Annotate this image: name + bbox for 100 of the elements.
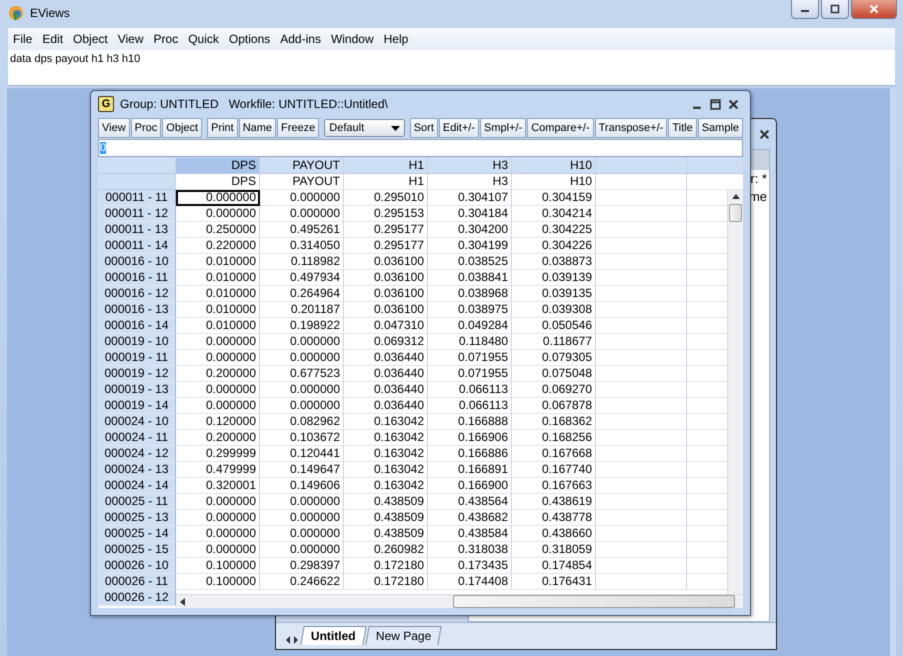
toolbar-button[interactable]: View (98, 118, 130, 138)
table-cell: 0.000000 (260, 206, 344, 222)
row-label[interactable]: 000025 - 15 (98, 542, 176, 558)
table-cell: 0.163042 (344, 478, 428, 494)
toolbar-button[interactable]: Proc (130, 118, 162, 138)
vertical-scrollbar[interactable] (727, 190, 743, 595)
toolbar-button[interactable]: Smpl+/- (480, 118, 526, 138)
menu-item[interactable]: Help (378, 32, 414, 46)
menu-item[interactable]: Quick (183, 32, 224, 46)
table-cell: 0.200000 (176, 366, 260, 382)
row-label[interactable]: 000019 - 14 (98, 398, 176, 414)
page-tab[interactable]: New Page (365, 626, 442, 645)
toolbar-button[interactable]: Name (238, 118, 276, 138)
menu-item[interactable]: Window (326, 32, 379, 46)
table-cell: 0.075048 (512, 366, 596, 382)
row-label[interactable]: 000011 - 11 (98, 190, 176, 206)
row-label[interactable]: 000026 - 10 (98, 558, 176, 574)
row-label[interactable]: 000024 - 13 (98, 462, 176, 478)
minimize-button[interactable] (791, 0, 819, 19)
page-tab[interactable]: Untitled (300, 626, 366, 645)
menu-item[interactable]: Add-ins (275, 32, 326, 46)
app-logo-icon (8, 5, 24, 21)
toolbar-button[interactable]: Title (668, 118, 697, 138)
toolbar-button[interactable]: Freeze (277, 118, 320, 138)
table-cell: 0.036100 (344, 302, 428, 318)
table-cell: 0.000000 (260, 542, 344, 558)
table-cell: 0.000000 (260, 382, 344, 398)
scroll-left-icon[interactable] (180, 598, 185, 606)
menu-item[interactable]: Object (68, 32, 113, 46)
row-label[interactable]: 000019 - 13 (98, 382, 176, 398)
table-cell: 0.036440 (344, 366, 428, 382)
table-cell: 0.438682 (428, 510, 512, 526)
toolbar-button[interactable]: Compare+/- (527, 118, 594, 138)
table-cell: 0.163042 (344, 430, 428, 446)
scrollbar-thumb[interactable] (729, 204, 742, 222)
toolbar-button[interactable]: Edit+/- (438, 118, 479, 138)
table-cell: 0.010000 (176, 318, 260, 334)
table-cell: 0.149647 (260, 462, 344, 478)
row-label[interactable]: 000011 - 12 (98, 206, 176, 222)
row-label[interactable]: 000016 - 10 (98, 254, 176, 270)
column-header[interactable]: PAYOUT (260, 158, 344, 174)
restore-icon[interactable] (830, 4, 840, 14)
row-label[interactable]: 000025 - 14 (98, 526, 176, 542)
scroll-up-icon[interactable] (732, 194, 740, 199)
column-header[interactable]: H3 (428, 158, 512, 174)
row-label[interactable]: 000016 - 14 (98, 318, 176, 334)
table-cell: 0.304159 (512, 190, 596, 206)
row-label[interactable]: 000016 - 11 (98, 270, 176, 286)
toolbar-button[interactable]: Print (207, 118, 238, 138)
table-cell: 0.039139 (512, 270, 596, 286)
maximize-icon[interactable] (710, 98, 721, 110)
table-cell: 0.304199 (428, 238, 512, 254)
row-label[interactable]: 000019 - 12 (98, 366, 176, 382)
table-cell: 0.172180 (344, 574, 428, 590)
row-label[interactable]: 000016 - 13 (98, 302, 176, 318)
row-label[interactable]: 000011 - 13 (98, 222, 176, 238)
close-button[interactable] (851, 0, 897, 19)
toolbar-button[interactable]: Object (162, 118, 202, 138)
scrollbar-thumb[interactable] (453, 595, 735, 608)
row-label[interactable]: 000026 - 11 (98, 574, 176, 590)
command-field[interactable]: data dps payout h1 h3 h10 (8, 50, 895, 86)
table-cell: 0.036440 (344, 398, 428, 414)
table-cell: 0.120441 (260, 446, 344, 462)
group-badge: G (98, 96, 114, 112)
table-cell: 0.000000 (260, 526, 344, 542)
table-cell: 0.149606 (260, 478, 344, 494)
row-label[interactable]: 000024 - 10 (98, 414, 176, 430)
toolbar-button[interactable]: Sample (698, 118, 743, 138)
row-label[interactable]: 000024 - 12 (98, 446, 176, 462)
row-label[interactable]: 000011 - 14 (98, 238, 176, 254)
table-cell: 0.079305 (512, 350, 596, 366)
row-label[interactable]: 000026 - 12 (98, 590, 176, 606)
row-label[interactable]: 000025 - 13 (98, 510, 176, 526)
toolbar-button[interactable]: Sort (410, 118, 438, 138)
toolbar-button[interactable]: Transpose+/- (594, 118, 668, 138)
menu-item[interactable]: Options (224, 32, 276, 46)
menu-item[interactable]: File (8, 32, 38, 46)
horizontal-scrollbar[interactable] (176, 594, 743, 608)
row-label[interactable]: 000019 - 11 (98, 350, 176, 366)
menu-item[interactable]: View (112, 32, 149, 46)
column-header[interactable]: H1 (344, 158, 428, 174)
row-label[interactable]: 000025 - 11 (98, 494, 176, 510)
row-label[interactable]: 000024 - 11 (98, 430, 176, 446)
row-label[interactable]: 000019 - 10 (98, 334, 176, 350)
row-label[interactable]: 000016 - 12 (98, 286, 176, 302)
display-dropdown[interactable]: Default (324, 119, 405, 137)
table-cell: 0.438509 (344, 526, 428, 542)
close-icon[interactable] (759, 128, 770, 140)
restore-button[interactable] (821, 0, 849, 19)
table-cell: 0.082962 (260, 414, 344, 430)
table-cell: 0.000000 (176, 190, 260, 206)
menu-item[interactable]: Proc (148, 32, 184, 46)
row-label[interactable]: 000024 - 14 (98, 478, 176, 494)
tab-scroll-arrows-icon[interactable] (284, 635, 300, 645)
column-header[interactable]: DPS (176, 158, 260, 174)
column-header[interactable]: H10 (512, 158, 596, 174)
menu-item[interactable]: Edit (37, 32, 68, 46)
table-cell: 0.304214 (512, 206, 596, 222)
close-icon[interactable] (728, 98, 739, 110)
table-cell: 0.100000 (176, 558, 260, 574)
